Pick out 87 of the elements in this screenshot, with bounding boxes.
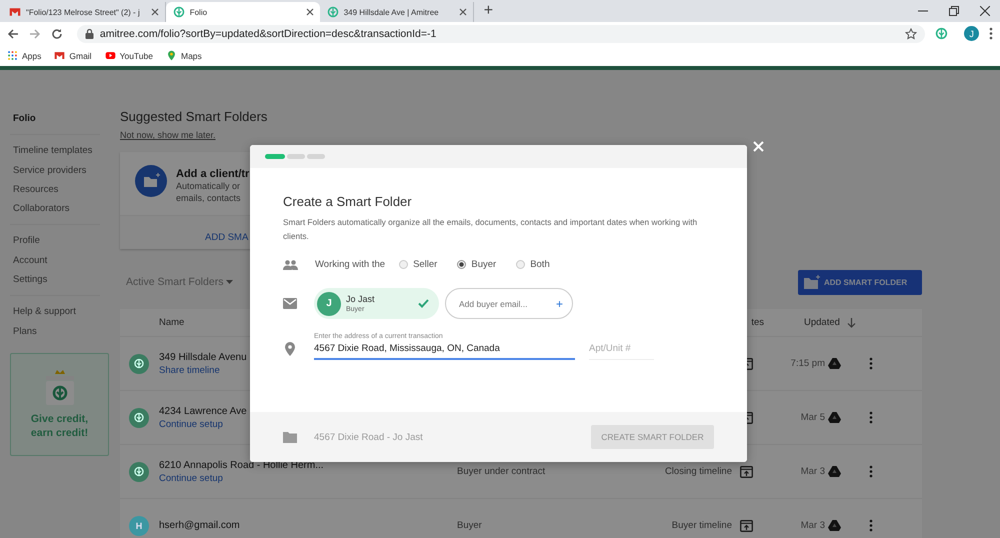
mail-icon bbox=[9, 6, 21, 18]
sidebar-item[interactable]: Help & support bbox=[13, 302, 100, 322]
address-field[interactable]: 4567 Dixie Road, Mississauga, ON, Canada bbox=[314, 343, 575, 360]
bookmark[interactable]: Gmail bbox=[54, 50, 92, 61]
promo-text: Give credit, earn credit! bbox=[30, 412, 90, 440]
section-title: Suggested Smart Folders bbox=[120, 109, 268, 124]
drive-icon[interactable] bbox=[828, 412, 841, 423]
people-icon bbox=[283, 260, 298, 270]
mail-icon bbox=[283, 298, 297, 309]
radio-option[interactable]: Buyer bbox=[457, 259, 496, 270]
profile-avatar[interactable]: J bbox=[964, 26, 980, 41]
share-timeline-icon[interactable] bbox=[740, 520, 753, 532]
folder-name-preview: 4567 Dixie Road - Jo Jast bbox=[314, 432, 424, 442]
add-button[interactable]: + bbox=[556, 296, 563, 310]
sidebar-item[interactable]: Settings bbox=[13, 270, 100, 290]
new-tab-button[interactable]: + bbox=[484, 3, 494, 19]
add-smart-folder-link[interactable]: ADD SMA bbox=[205, 232, 248, 243]
caret-icon bbox=[226, 280, 234, 284]
sidebar-item[interactable]: Profile bbox=[13, 231, 100, 251]
contact-avatar: J bbox=[317, 292, 341, 316]
folder-icon bbox=[283, 432, 297, 442]
close-icon[interactable] bbox=[150, 8, 159, 16]
contact-name: Jo Jast bbox=[346, 294, 376, 304]
radio-option[interactable]: Both bbox=[516, 259, 550, 270]
drive-icon[interactable] bbox=[828, 358, 841, 369]
address-bar[interactable]: amitree.com/folio?sortBy=updated&sortDirection=desc&transactionId=-1 bbox=[76, 24, 926, 42]
close-icon[interactable] bbox=[980, 6, 990, 16]
sidebar-item[interactable]: Timeline templates bbox=[13, 141, 100, 161]
sidebar-item[interactable]: Resources bbox=[13, 180, 100, 200]
email-field[interactable]: Add buyer email... + bbox=[445, 288, 573, 319]
sidebar-item[interactable]: Folio bbox=[13, 109, 100, 128]
mail-icon bbox=[54, 50, 66, 61]
column-header[interactable]: tes bbox=[751, 317, 764, 328]
share-timeline-icon[interactable] bbox=[740, 466, 753, 478]
drive-icon[interactable] bbox=[828, 466, 841, 477]
table-cell-text: Buyer timeline bbox=[670, 520, 732, 531]
table-cell-text: Mar 5 bbox=[800, 412, 825, 423]
table-cell-text: Closing timeline bbox=[664, 466, 732, 477]
map-pin-icon bbox=[166, 50, 177, 61]
folder-name[interactable]: hserh@gmail.com bbox=[159, 520, 457, 531]
more-menu-icon[interactable] bbox=[989, 27, 994, 40]
more-menu-icon[interactable] bbox=[869, 465, 873, 478]
table-cell-text: Mar 3 bbox=[800, 520, 825, 531]
more-menu-icon[interactable] bbox=[869, 411, 873, 424]
card-title: Add a client/tr bbox=[176, 168, 250, 180]
back-icon[interactable] bbox=[7, 28, 19, 40]
close-icon[interactable] bbox=[458, 8, 467, 16]
card-text: Automatically or bbox=[176, 180, 242, 192]
table-cell-text: Mar 3 bbox=[800, 466, 825, 477]
sidebar-item[interactable]: Plans bbox=[13, 322, 100, 341]
dialog-description: Smart Folders automatically organize all the emails, documents, contacts and important dates when working with clients. bbox=[283, 216, 698, 243]
bookmark[interactable]: Maps bbox=[166, 50, 202, 61]
location-pin-icon bbox=[285, 342, 295, 356]
radio-option[interactable]: Seller bbox=[399, 259, 438, 270]
browser-tab[interactable]: Folio bbox=[166, 2, 320, 22]
more-menu-icon[interactable] bbox=[869, 357, 873, 370]
column-header[interactable]: Updated bbox=[804, 317, 856, 328]
unit-field[interactable]: Apt/Unit # bbox=[589, 343, 654, 360]
row-action-link[interactable]: Continue setup bbox=[159, 472, 457, 484]
table-cell-text: 7:15 pm bbox=[790, 358, 825, 369]
role-label: Working with the bbox=[315, 259, 386, 270]
card-text: emails, contacts bbox=[176, 192, 242, 204]
dialog-title: Create a Smart Folder bbox=[283, 194, 413, 209]
sidebar-item[interactable]: Collaborators bbox=[13, 199, 100, 218]
star-icon[interactable] bbox=[905, 28, 918, 40]
play-icon bbox=[104, 50, 116, 61]
browser-tab[interactable]: "Folio/123 Melrose Street" (2) - j bbox=[2, 2, 166, 22]
browser-tab[interactable]: 349 Hillsdale Ave | Amitree bbox=[320, 2, 474, 22]
table-cell-text: Buyer bbox=[457, 520, 483, 531]
close-icon[interactable] bbox=[306, 8, 314, 16]
sidebar-item[interactable]: Account bbox=[13, 250, 100, 270]
bookmark[interactable]: Apps bbox=[7, 50, 42, 61]
add-smart-folder-button[interactable]: ADD SMART FOLDER bbox=[798, 270, 922, 294]
restore-icon[interactable] bbox=[949, 6, 959, 16]
contact-avatar: H bbox=[129, 516, 149, 536]
apps-grid-icon bbox=[7, 50, 18, 61]
folder-plus-icon bbox=[135, 165, 167, 197]
folder-plus-icon bbox=[804, 275, 821, 289]
sort-arrow-icon bbox=[846, 318, 856, 328]
drive-icon[interactable] bbox=[828, 520, 841, 531]
table-cell-text: Buyer under contract bbox=[457, 466, 546, 477]
reload-icon[interactable] bbox=[50, 28, 63, 40]
lock-icon bbox=[84, 28, 94, 38]
sidebar-item[interactable]: Service providers bbox=[13, 160, 100, 180]
more-menu-icon[interactable] bbox=[869, 519, 873, 532]
bookmark[interactable]: YouTube bbox=[104, 50, 153, 61]
dismiss-link[interactable]: Not now, show me later. bbox=[120, 130, 922, 140]
